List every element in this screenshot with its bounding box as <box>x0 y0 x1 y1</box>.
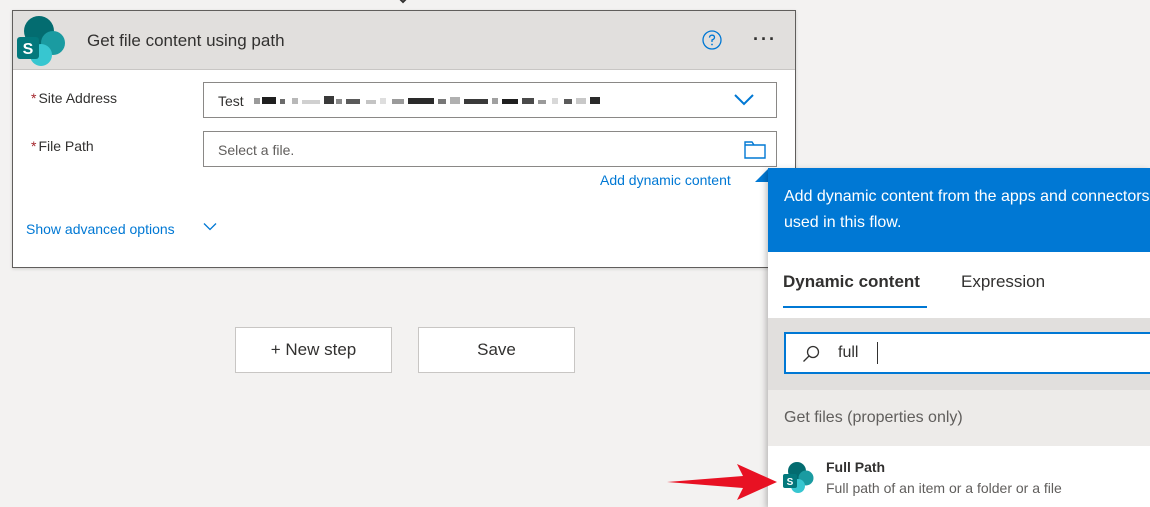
file-path-label-text: File Path <box>38 138 94 154</box>
new-step-button[interactable]: + New step <box>235 327 392 373</box>
result-group-label: Get files (properties only) <box>784 409 963 426</box>
annotation-arrow-icon <box>667 464 777 500</box>
file-path-placeholder: Select a file. <box>218 142 295 158</box>
tab-expression[interactable]: Expression <box>961 272 1045 292</box>
required-marker: * <box>31 138 37 154</box>
dynamic-content-header: Add dynamic content from the apps and co… <box>768 168 1150 252</box>
action-card: S Get file content using path ··· * Site … <box>12 10 796 268</box>
svg-text:S: S <box>23 41 34 58</box>
search-value: full <box>838 344 859 361</box>
save-button[interactable]: Save <box>418 327 575 373</box>
required-marker: * <box>31 90 37 106</box>
redacted-url-blur <box>254 96 600 104</box>
folder-picker-icon[interactable] <box>744 141 766 159</box>
dynamic-content-search-input[interactable]: full <box>784 332 1150 374</box>
chevron-down-icon[interactable] <box>734 93 754 107</box>
site-address-label: * Site Address <box>31 90 117 106</box>
dynamic-content-item-full-path[interactable]: S Full Path Full path of an item or a fo… <box>768 446 1150 507</box>
more-options-icon[interactable]: ··· <box>753 29 777 50</box>
chevron-down-icon[interactable] <box>203 222 217 232</box>
file-path-input[interactable]: Select a file. <box>203 131 777 167</box>
active-tab-indicator <box>783 306 927 308</box>
sharepoint-logo-icon: S <box>783 462 814 493</box>
site-address-label-text: Site Address <box>38 90 118 106</box>
site-address-value: Test <box>218 93 244 109</box>
svg-text:S: S <box>787 477 794 488</box>
panel-pointer <box>755 168 769 182</box>
help-icon[interactable] <box>702 30 722 50</box>
file-path-label: * File Path <box>31 138 94 154</box>
dynamic-content-panel: Add dynamic content from the apps and co… <box>768 168 1150 507</box>
show-advanced-options-link[interactable]: Show advanced options <box>26 221 175 237</box>
tab-dynamic-content[interactable]: Dynamic content <box>783 272 920 292</box>
add-dynamic-content-link[interactable]: Add dynamic content <box>600 172 731 188</box>
search-icon <box>803 345 820 362</box>
action-title: Get file content using path <box>87 31 285 50</box>
action-card-header[interactable]: S Get file content using path ··· <box>13 11 795 70</box>
result-description: Full path of an item or a folder or a fi… <box>826 480 1062 496</box>
site-address-dropdown[interactable]: Test <box>203 82 777 118</box>
connector-arrow-icon <box>399 0 407 4</box>
result-title: Full Path <box>826 459 886 475</box>
sharepoint-logo-icon: S <box>17 16 65 66</box>
text-caret <box>877 342 878 364</box>
